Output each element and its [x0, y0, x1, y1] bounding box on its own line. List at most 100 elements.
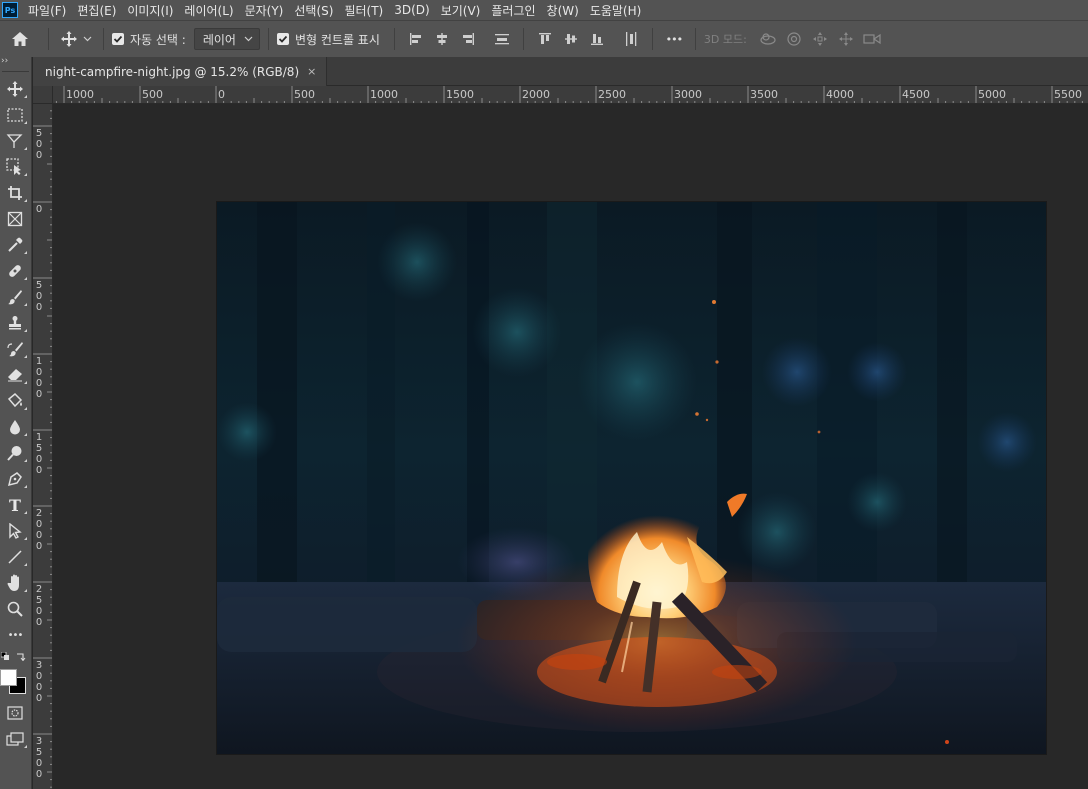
horizontal-ruler[interactable]: 1000 500 0 500 1000 1500 2000 2500 3000 3500 4000 4… [53, 86, 1088, 104]
tool-crop[interactable] [1, 180, 29, 206]
tool-type[interactable]: T [1, 492, 29, 518]
align-horizontal-centers-button[interactable] [429, 27, 455, 51]
auto-select-checkbox[interactable] [112, 33, 124, 45]
3d-scale-button[interactable] [859, 27, 885, 51]
tool-group-indicator [24, 407, 27, 410]
quick-mask-icon [7, 706, 23, 720]
toolbar-collapse-grip[interactable]: ›› [0, 57, 31, 71]
tool-group-indicator [24, 745, 27, 748]
history-brush-tool-icon [7, 342, 23, 357]
menu-file[interactable]: 파일(F) [28, 2, 66, 19]
tool-object-selection[interactable] [1, 154, 29, 180]
align-top-icon [538, 33, 551, 44]
tool-frame[interactable] [1, 206, 29, 232]
type-tool-icon: T [9, 495, 21, 515]
campfire-photo-image [217, 202, 1046, 754]
close-tab-icon[interactable]: × [307, 65, 316, 78]
campfire-photo[interactable] [217, 202, 1046, 754]
menu-view[interactable]: 보기(V) [441, 2, 481, 19]
tool-marquee[interactable] [1, 102, 29, 128]
swap-colors-icon[interactable] [16, 651, 26, 661]
auto-select-target-dropdown[interactable]: 레이어 [193, 28, 260, 50]
document-canvas[interactable] [53, 104, 1088, 789]
3d-orbit-icon [760, 33, 776, 45]
tool-pen[interactable] [1, 466, 29, 492]
tool-zoom[interactable] [1, 596, 29, 622]
tool-screen-mode[interactable] [1, 726, 29, 752]
home-icon [12, 32, 28, 46]
distribute-horizontal-icon [625, 32, 637, 46]
align-bottom-edges-button[interactable] [584, 27, 610, 51]
distribute-horizontal-button[interactable] [618, 27, 644, 51]
tool-group-indicator [24, 485, 27, 488]
tool-group-indicator [24, 589, 27, 592]
separator [651, 28, 653, 50]
tool-line[interactable] [1, 544, 29, 570]
tool-blur[interactable] [1, 414, 29, 440]
default-colors-icon[interactable] [1, 652, 9, 660]
3d-roll-button[interactable] [781, 27, 807, 51]
horizontal-ruler-label: 1000 [370, 88, 398, 101]
paint-bucket-tool-icon [7, 393, 23, 408]
tool-eraser[interactable] [1, 362, 29, 388]
tool-brush[interactable] [1, 284, 29, 310]
vertical-ruler-label: 0 [35, 204, 43, 215]
menu-edit[interactable]: 편집(E) [77, 2, 116, 19]
tool-edit-toolbar[interactable]: ••• [1, 622, 29, 648]
menu-filter[interactable]: 필터(T) [344, 2, 383, 19]
align-vertical-centers-button[interactable] [558, 27, 584, 51]
ruler-origin[interactable] [33, 86, 53, 104]
menu-help[interactable]: 도움말(H) [590, 2, 642, 19]
3d-slide-icon [838, 32, 853, 46]
foreground-color-swatch[interactable] [0, 669, 17, 686]
tool-group-indicator [24, 355, 27, 358]
menu-type[interactable]: 문자(Y) [245, 2, 284, 19]
move-icon [61, 31, 77, 47]
tool-quick-mask[interactable] [1, 700, 29, 726]
align-horizontal-center-icon [436, 33, 447, 45]
tool-hand[interactable] [1, 570, 29, 596]
vertical-ruler[interactable]: 500 0 500 1000 1500 2000 2500 3000 3500 [33, 104, 53, 789]
home-button[interactable] [0, 24, 40, 54]
tool-group-indicator [24, 199, 27, 202]
tool-clone-stamp[interactable] [1, 310, 29, 336]
document-tab-strip: night-campfire-night.jpg @ 15.2% (RGB/8)… [33, 57, 1088, 86]
horizontal-ruler-label: 4500 [902, 88, 930, 101]
zoom-tool-icon [7, 601, 23, 617]
tool-dodge[interactable] [1, 440, 29, 466]
move-tool-preset-button[interactable] [57, 24, 95, 54]
3d-roll-icon [787, 32, 801, 46]
menu-select[interactable]: 선택(S) [294, 2, 333, 19]
menu-window[interactable]: 창(W) [547, 2, 579, 19]
tool-eyedropper[interactable] [1, 232, 29, 258]
document-tab[interactable]: night-campfire-night.jpg @ 15.2% (RGB/8)… [33, 57, 328, 86]
3d-pan-icon [812, 32, 827, 46]
3d-orbit-button[interactable] [755, 27, 781, 51]
tool-lasso[interactable] [1, 128, 29, 154]
tool-history-brush[interactable] [1, 336, 29, 362]
menu-image[interactable]: 이미지(I) [127, 2, 173, 19]
tool-path-selection[interactable] [1, 518, 29, 544]
separator [393, 28, 395, 50]
auto-select-group: 자동 선택 : 레이어 [112, 28, 260, 50]
tool-paint-bucket[interactable] [1, 388, 29, 414]
menu-3d[interactable]: 3D(D) [394, 3, 429, 17]
align-right-edges-button[interactable] [455, 27, 481, 51]
3d-slide-button[interactable] [833, 27, 859, 51]
horizontal-ruler-label: 500 [294, 88, 315, 101]
align-left-edges-button[interactable] [403, 27, 429, 51]
tool-group-indicator [24, 147, 27, 150]
path-selection-tool-icon [9, 523, 22, 539]
tool-healing[interactable] [1, 258, 29, 284]
align-vertical-center-icon [564, 34, 577, 44]
align-top-edges-button[interactable] [532, 27, 558, 51]
more-options-button[interactable]: ••• [661, 27, 687, 51]
transform-controls-checkbox[interactable] [276, 33, 289, 45]
horizontal-ruler-label: 500 [142, 88, 163, 101]
menu-layer[interactable]: 레이어(L) [184, 2, 233, 19]
transform-controls-group: 변형 컨트롤 표시 [276, 31, 380, 48]
3d-pan-button[interactable] [807, 27, 833, 51]
distribute-vertical-button[interactable] [489, 27, 515, 51]
tool-move[interactable] [1, 76, 29, 102]
menu-plugins[interactable]: 플러그인 [491, 2, 535, 19]
